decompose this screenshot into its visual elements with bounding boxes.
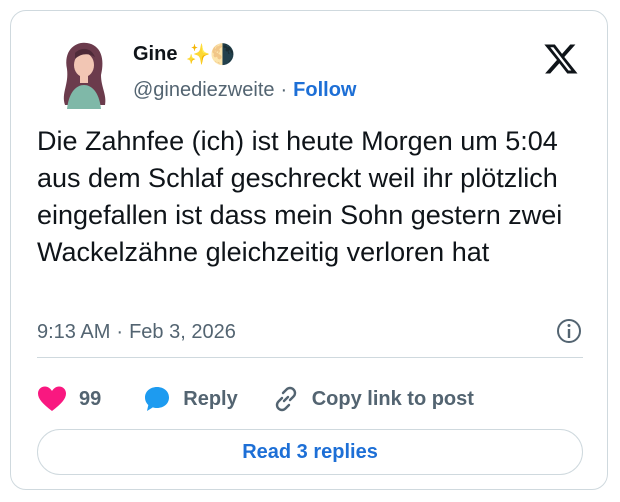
link-icon xyxy=(275,386,296,412)
tweet-card: Gine ✨🌗 @ginediezweite · Follow Die Zahnfe… xyxy=(10,10,608,490)
read-replies-button[interactable]: Read 3 replies xyxy=(37,429,583,475)
separator: · xyxy=(116,321,124,343)
heart-icon xyxy=(38,386,66,411)
tweet-text: Die Zahnfee (ich) ist heute Morgen um 5:… xyxy=(37,126,570,267)
reply-label: Reply xyxy=(183,387,238,410)
separator: · xyxy=(280,79,288,101)
author-name-row: Gine ✨🌗 xyxy=(133,43,235,66)
avatar[interactable] xyxy=(51,39,115,109)
author-handle[interactable]: @ginediezweite xyxy=(133,79,275,101)
speech-bubble-icon xyxy=(145,387,170,411)
author-handle-row: @ginediezweite · Follow xyxy=(133,79,357,102)
info-icon[interactable] xyxy=(555,317,583,345)
author-name[interactable]: Gine xyxy=(133,43,177,66)
follow-link[interactable]: Follow xyxy=(293,79,356,101)
tweet-timestamp[interactable]: 9:13 AM · Feb 3, 2026 xyxy=(37,321,236,344)
tweet-time: 9:13 AM xyxy=(37,321,111,343)
reply-button[interactable]: Reply xyxy=(143,385,238,413)
like-count: 99 xyxy=(79,387,102,410)
author-emoji: ✨🌗 xyxy=(185,43,236,66)
action-bar: 99 Reply Copy link to post xyxy=(37,379,583,419)
like-button[interactable]: 99 xyxy=(37,385,101,413)
copy-link-label: Copy link to post xyxy=(311,387,474,410)
tweet-date: Feb 3, 2026 xyxy=(129,321,236,343)
copy-link-button[interactable]: Copy link to post xyxy=(272,385,474,413)
divider xyxy=(37,357,583,358)
tweet-header: Gine ✨🌗 @ginediezweite · Follow xyxy=(41,35,583,115)
x-logo-icon[interactable] xyxy=(543,41,579,77)
